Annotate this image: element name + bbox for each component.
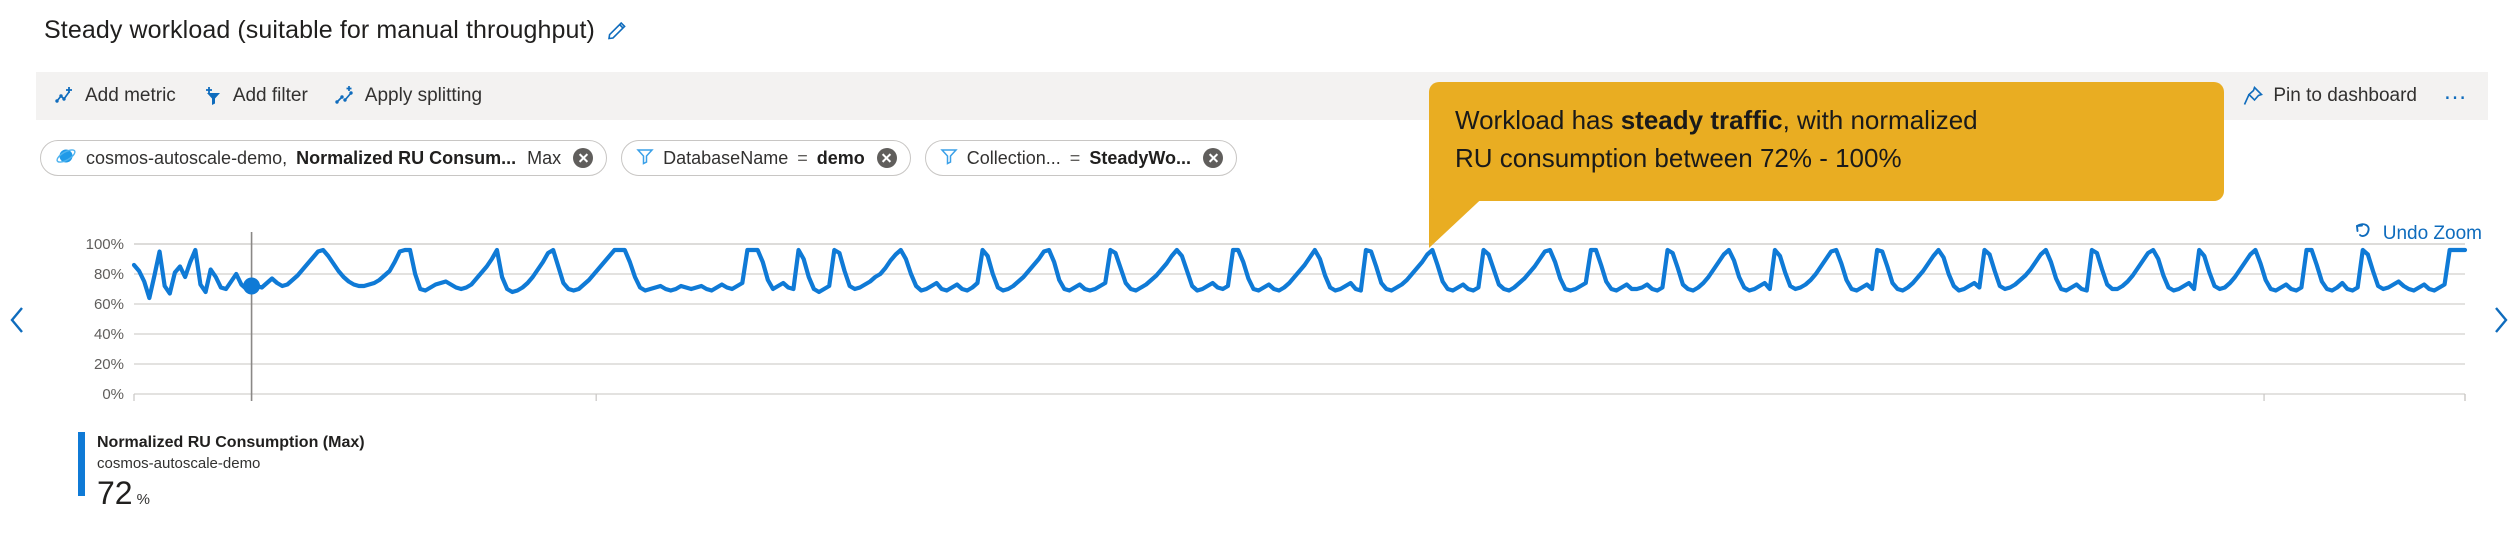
close-icon[interactable] bbox=[1203, 148, 1224, 168]
legend-text-block: Normalized RU Consumption (Max) cosmos-a… bbox=[97, 432, 365, 509]
callout-line-1: Workload has steady traffic, with normal… bbox=[1455, 102, 2198, 140]
legend-color-swatch bbox=[78, 432, 85, 496]
filter-pill-databasename[interactable]: DatabaseName = demo bbox=[621, 140, 911, 176]
legend-series-name: Normalized RU Consumption (Max) bbox=[97, 434, 365, 451]
filter-pill-row: cosmos-autoscale-demo, Normalized RU Con… bbox=[40, 140, 1238, 176]
timezone-label: UTC-07:00 bbox=[2392, 406, 2465, 408]
y-axis-tick-label: 100% bbox=[86, 236, 124, 253]
pin-icon bbox=[2242, 85, 2264, 107]
add-filter-label: Add filter bbox=[232, 85, 308, 106]
y-axis-tick-label: 80% bbox=[94, 266, 124, 283]
filter-operator: = bbox=[1069, 147, 1081, 168]
apply-splitting-button[interactable]: Apply splitting bbox=[334, 85, 482, 107]
callout-line-2: RU consumption between 72% - 100% bbox=[1455, 142, 1902, 173]
y-axis-tick-label: 40% bbox=[94, 326, 124, 343]
filter-pill-collection[interactable]: Collection... = SteadyWo... bbox=[924, 140, 1238, 176]
legend-resource-name: cosmos-autoscale-demo bbox=[97, 454, 261, 472]
pin-to-dashboard-label: Pin to dashboard bbox=[2273, 85, 2417, 106]
cosmos-db-icon bbox=[55, 145, 77, 172]
annotation-callout: Workload has steady traffic, with normal… bbox=[1429, 82, 2224, 202]
metric-pill-resource: cosmos-autoscale-demo, bbox=[86, 147, 288, 168]
x-axis-tick-label: 12 PM bbox=[575, 406, 618, 408]
apply-splitting-label: Apply splitting bbox=[364, 85, 483, 106]
filter-operator: = bbox=[797, 147, 808, 168]
chart-legend: Normalized RU Consumption (Max) cosmos-a… bbox=[78, 432, 365, 509]
x-axis-tick-label: 3 PM bbox=[2247, 406, 2282, 408]
metric-pill-metric: Normalized RU Consum... bbox=[296, 147, 517, 168]
metric-pill-aggregation: Max bbox=[527, 147, 562, 168]
pin-to-dashboard-button[interactable]: Pin to dashboard bbox=[2242, 85, 2417, 107]
chart-title-row: Steady workload (suitable for manual thr… bbox=[44, 16, 629, 45]
y-axis-tick-label: 60% bbox=[94, 296, 124, 313]
metric-pill[interactable]: cosmos-autoscale-demo, Normalized RU Con… bbox=[40, 140, 608, 176]
more-options-button[interactable]: … bbox=[2443, 80, 2470, 112]
chart-canvas[interactable]: 0% 20% 40% 60% 80% 100% Oct 08 11:43 AM 12 PM 3 … bbox=[0, 228, 2518, 408]
callout-line-1-part-c: , with normalized bbox=[1782, 105, 1978, 135]
toolbar-left-group: Add metric Add filter Apply splitting bbox=[54, 85, 482, 107]
callout-line-1-emphasis: steady traffic bbox=[1620, 105, 1783, 135]
y-axis-tick-label: 20% bbox=[94, 356, 124, 373]
filter-value: demo bbox=[816, 147, 865, 168]
callout-line-1-part-a: Workload has bbox=[1455, 105, 1621, 135]
add-metric-icon bbox=[54, 85, 76, 107]
legend-current-value: 72 % bbox=[97, 477, 365, 509]
filter-field: Collection... bbox=[966, 147, 1061, 168]
pencil-icon[interactable] bbox=[605, 19, 629, 43]
add-metric-button[interactable]: Add metric bbox=[54, 85, 176, 107]
x-axis-tick-label: Oct 08 11:43 AM bbox=[79, 406, 190, 408]
filter-icon bbox=[940, 147, 958, 170]
page-title: Steady workload (suitable for manual thr… bbox=[44, 16, 595, 44]
apply-splitting-icon bbox=[334, 85, 356, 107]
metrics-chart[interactable]: 0% 20% 40% 60% 80% 100% Oct 08 11:43 AM 12 PM 3 … bbox=[0, 228, 2518, 408]
add-filter-icon bbox=[202, 85, 224, 107]
y-axis-tick-label: 0% bbox=[102, 386, 124, 403]
legend-value-unit: % bbox=[136, 490, 150, 508]
close-icon[interactable] bbox=[573, 148, 594, 168]
add-filter-button[interactable]: Add filter bbox=[202, 85, 308, 107]
add-metric-label: Add metric bbox=[85, 85, 176, 106]
legend-value-number: 72 bbox=[97, 474, 133, 511]
hover-marker-dot bbox=[243, 277, 261, 295]
close-icon[interactable] bbox=[876, 148, 897, 168]
filter-field: DatabaseName bbox=[663, 147, 789, 168]
filter-icon bbox=[636, 147, 654, 170]
filter-value: SteadyWo... bbox=[1089, 147, 1192, 168]
